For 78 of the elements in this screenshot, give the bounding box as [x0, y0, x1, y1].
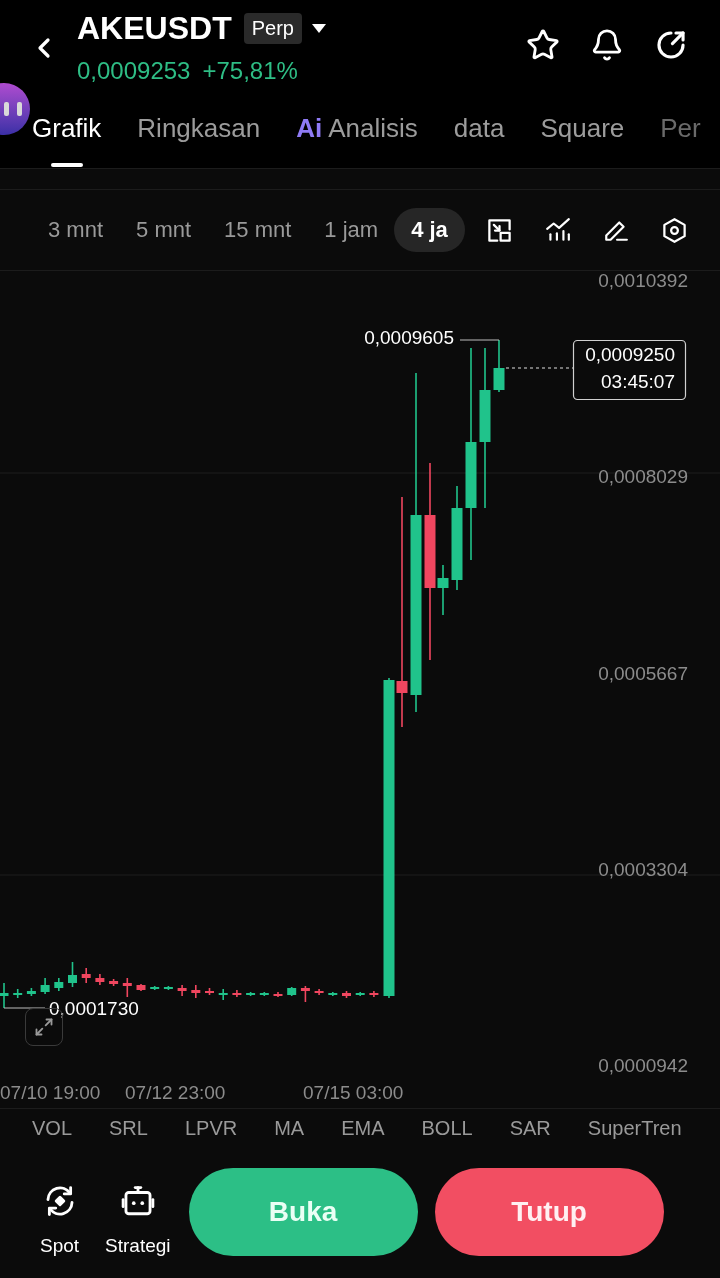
rising-candle: [246, 991, 256, 997]
share-icon[interactable]: [654, 28, 688, 62]
countdown-label: 03:45:07: [601, 371, 675, 392]
interval-tab[interactable]: 1 jam: [324, 208, 379, 252]
rising-candle: [54, 977, 64, 992]
interval-tab[interactable]: 4 ja: [394, 208, 465, 252]
falling-candle: [81, 967, 91, 984]
tab[interactable]: Ringkasan: [137, 88, 261, 168]
leader-line: [459, 339, 500, 341]
tab[interactable]: Per: [660, 88, 701, 168]
tab[interactable]: data: [453, 88, 505, 168]
price-axis-label: 0,0008029: [598, 466, 688, 488]
indicator-tab[interactable]: MA: [274, 1118, 305, 1138]
rising-candle: [150, 985, 160, 991]
falling-candle: [177, 984, 187, 997]
current-price-label: 0,0009250: [585, 344, 675, 365]
price-axis-label: 0,0003304: [598, 858, 688, 880]
last-price: 0,0009253: [77, 59, 191, 83]
time-axis-label: 07/15 03:00: [303, 1082, 404, 1103]
low-price-label: 0,0001730: [49, 998, 139, 1019]
indicator-tab[interactable]: EMA: [341, 1118, 385, 1138]
leader-line: [3, 1007, 46, 1009]
shortcut-button[interactable]: Strategi: [105, 1183, 171, 1257]
falling-candle: [109, 978, 119, 987]
caret-icon[interactable]: [311, 23, 326, 33]
expand-icon: [34, 1017, 54, 1037]
interval-tab[interactable]: 15 mnt: [224, 208, 292, 252]
tab-underline: [50, 163, 83, 167]
price-change: +75,81%: [202, 59, 298, 83]
rising-candle: [68, 961, 77, 988]
tab[interactable]: Ai Analisis: [296, 88, 418, 168]
tab[interactable]: Square: [540, 88, 625, 168]
rising-candle: [287, 986, 297, 997]
settings-icon[interactable]: [661, 216, 688, 244]
interval-tab[interactable]: 5 mnt: [136, 208, 192, 252]
rising-candle: [259, 991, 269, 997]
falling-candle: [191, 984, 201, 999]
bell-icon[interactable]: [590, 28, 624, 62]
falling-candle: [232, 989, 242, 998]
rising-candle: [0, 982, 9, 1009]
rising-candle: [218, 988, 228, 1001]
falling-candle: [136, 983, 146, 992]
indicator-tab[interactable]: SAR: [509, 1118, 551, 1138]
falling-candle: [342, 990, 351, 999]
rising-candle: [437, 564, 449, 616]
indicator-tab[interactable]: VOL: [32, 1118, 73, 1138]
rising-candle: [13, 988, 23, 999]
interval-tab[interactable]: 3 mnt: [48, 208, 104, 252]
time-axis-label: 07/12 23:00: [125, 1082, 226, 1103]
chart-indicator-icon[interactable]: [545, 217, 571, 243]
rising-candle: [163, 985, 173, 991]
price-axis-label: 0,0010392: [598, 271, 688, 291]
falling-candle: [273, 991, 283, 998]
robot-icon: [120, 1183, 155, 1218]
indicator-tab[interactable]: BOLL: [421, 1118, 473, 1138]
rising-candle: [40, 977, 50, 995]
falling-candle: [314, 988, 324, 996]
star-icon[interactable]: [526, 28, 560, 62]
high-price-label: 0,0009605: [364, 327, 454, 348]
picture-in-picture-icon[interactable]: [486, 216, 513, 244]
falling-candle: [122, 977, 132, 998]
price-line: [505, 367, 574, 369]
falling-candle: [205, 987, 214, 996]
indicator-tab[interactable]: LPVR: [184, 1118, 238, 1138]
contract-tag: Perp: [243, 12, 302, 44]
falling-candle: [369, 990, 379, 998]
shortcut-button[interactable]: Spot: [40, 1183, 80, 1257]
time-axis-label: 07/10 19:00: [0, 1082, 101, 1103]
indicator-tab[interactable]: SuperTren: [587, 1118, 682, 1138]
symbol-title: AKEUSDT: [77, 12, 232, 44]
falling-candle: [300, 985, 310, 1003]
indicator-tab[interactable]: SRL: [109, 1118, 148, 1138]
price-axis-label: 0,0005667: [598, 662, 688, 684]
rising-candle: [26, 987, 36, 997]
rising-candle: [493, 339, 505, 393]
tab[interactable]: Grafik: [32, 88, 102, 168]
falling-candle: [95, 973, 105, 986]
price-axis-label: 0,0000942: [598, 1055, 688, 1076]
